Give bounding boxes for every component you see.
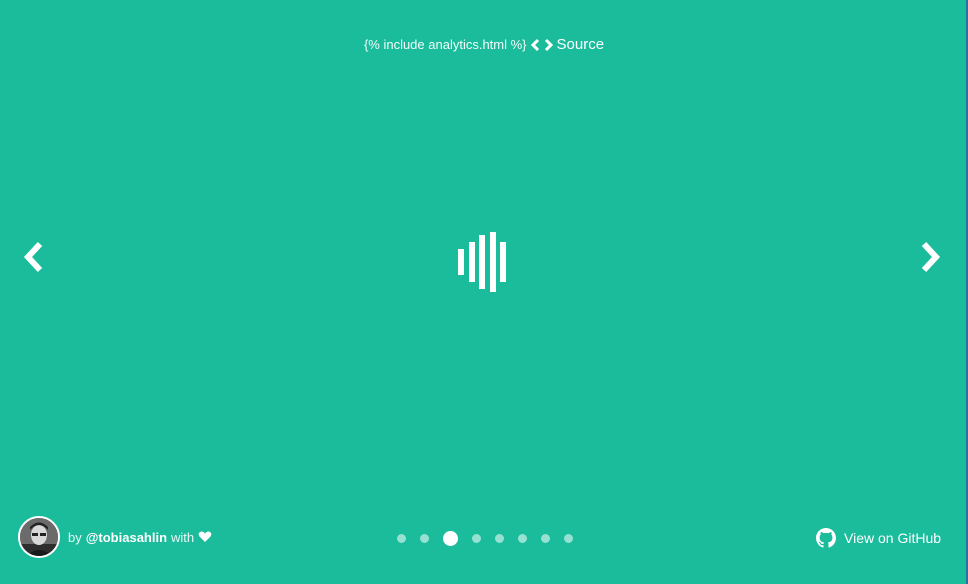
- avatar[interactable]: [18, 516, 60, 558]
- github-label: View on GitHub: [844, 530, 942, 546]
- github-link[interactable]: View on GitHub: [816, 528, 941, 548]
- spinner-bar: [489, 232, 496, 292]
- heart-icon: [198, 531, 212, 543]
- chevron-left-icon: [23, 241, 43, 273]
- pagination-dot-active[interactable]: [443, 531, 458, 546]
- pagination-dot[interactable]: [472, 534, 481, 543]
- pagination-dot[interactable]: [541, 534, 550, 543]
- pagination-dot[interactable]: [564, 534, 573, 543]
- top-bar: {% include analytics.html %} Source: [0, 36, 968, 54]
- next-arrow-button[interactable]: [916, 240, 944, 274]
- prev-arrow-button[interactable]: [20, 240, 48, 274]
- code-icon[interactable]: [530, 38, 553, 52]
- author-credit: by @tobiasahlin with: [18, 516, 212, 558]
- source-link[interactable]: Source: [557, 36, 605, 54]
- pagination-dots: [397, 531, 587, 546]
- spinner-bar: [468, 242, 475, 282]
- pagination-dot[interactable]: [518, 534, 527, 543]
- by-label: by: [68, 529, 82, 545]
- analytics-include-text: {% include analytics.html %}: [363, 37, 527, 52]
- with-label: with: [171, 529, 195, 545]
- pagination-dot[interactable]: [420, 534, 429, 543]
- spinner-bar: [479, 235, 485, 289]
- pagination-dot[interactable]: [397, 534, 406, 543]
- github-icon: [816, 528, 836, 548]
- wave-spinner: [458, 232, 506, 292]
- chevron-right-icon: [921, 241, 941, 273]
- spinner-bar: [500, 242, 506, 282]
- author-handle-link[interactable]: @tobiasahlin: [86, 530, 167, 545]
- pagination-dot[interactable]: [495, 534, 504, 543]
- spinner-bar: [458, 249, 464, 275]
